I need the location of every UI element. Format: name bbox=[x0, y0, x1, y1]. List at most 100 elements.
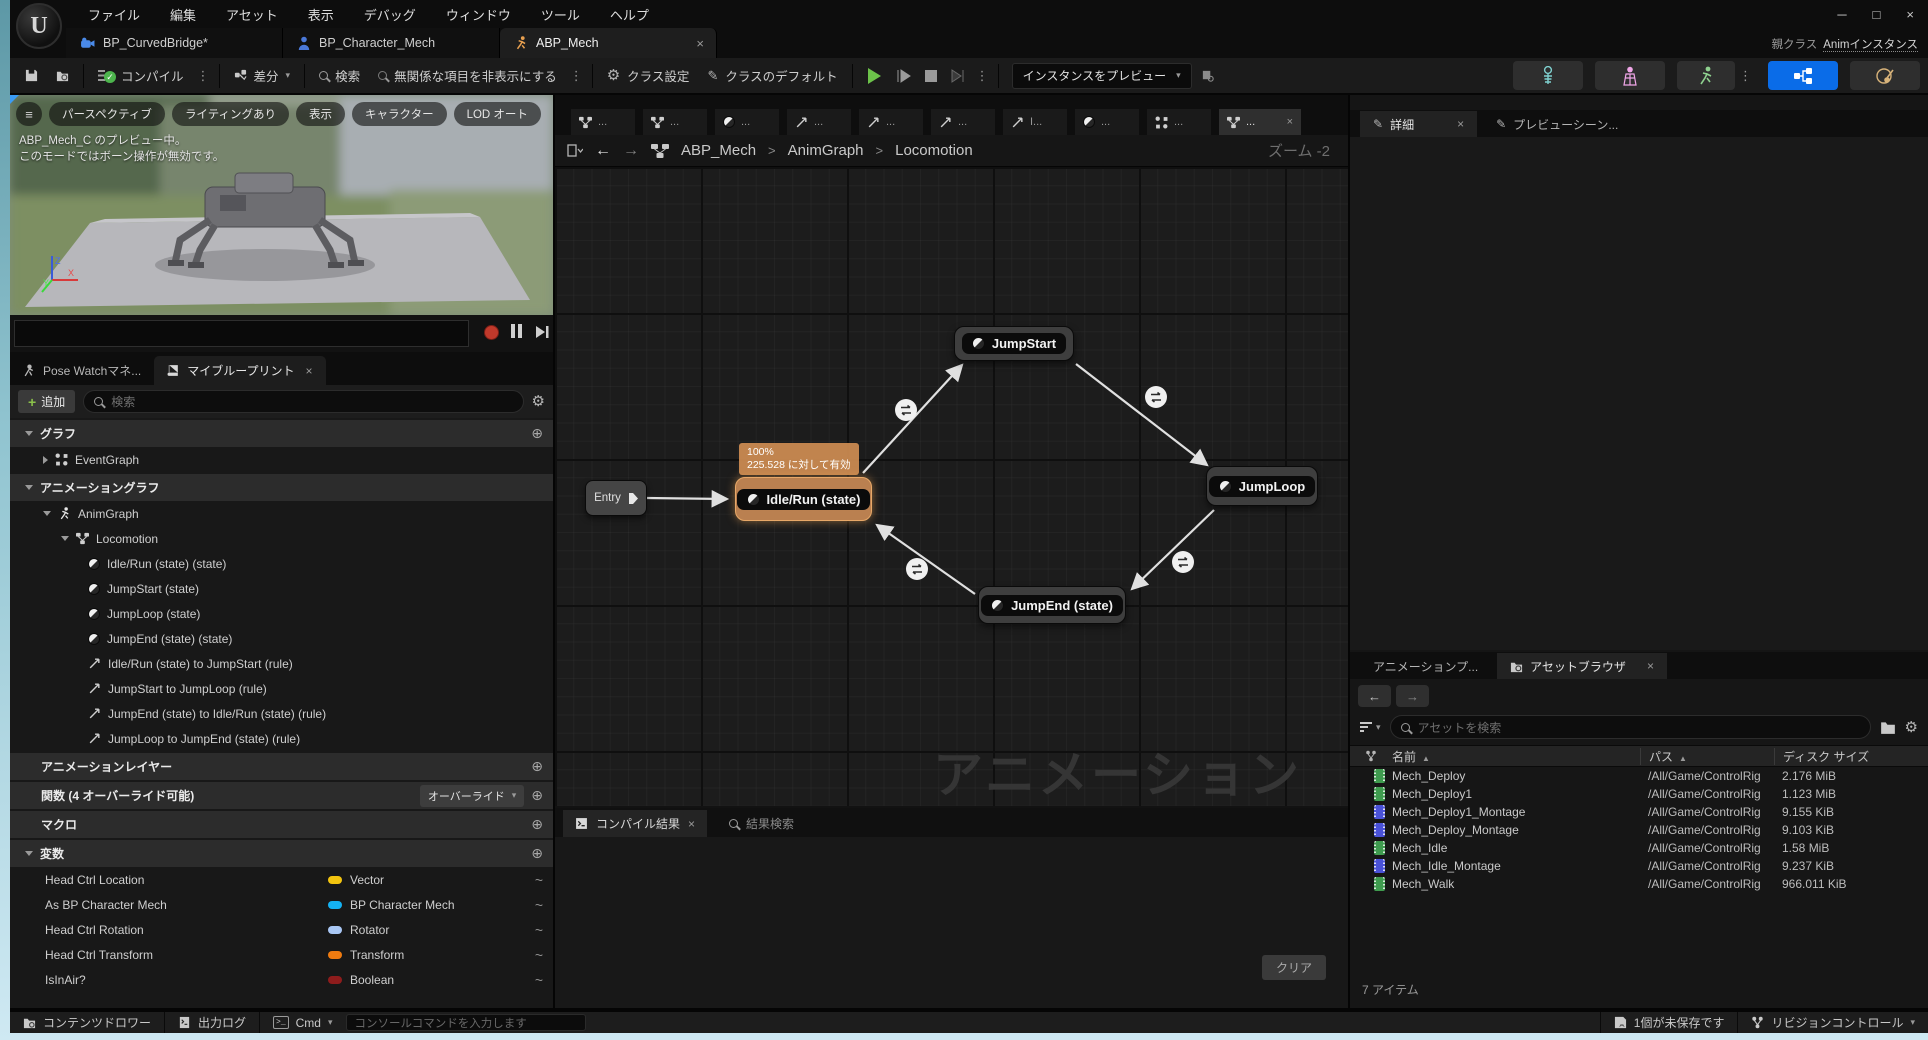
graph-tab-6[interactable]: I... bbox=[1003, 109, 1067, 135]
forward-button[interactable]: → bbox=[623, 142, 639, 160]
tree-item[interactable]: JumpStart (state) bbox=[10, 576, 553, 601]
tab-pose-watch[interactable]: Pose Watchマネ... bbox=[10, 356, 154, 385]
add-icon[interactable]: ⊕ bbox=[531, 425, 543, 442]
column-name[interactable]: 名前 ▲ bbox=[1392, 748, 1640, 765]
graph-tab-5[interactable]: ... bbox=[931, 109, 995, 135]
physics-mode-button[interactable] bbox=[1850, 61, 1920, 90]
graph-tab-8[interactable]: ... bbox=[1147, 109, 1211, 135]
viewport-pill-0[interactable]: パースペクティブ bbox=[49, 102, 165, 126]
add-icon[interactable]: ⊕ bbox=[531, 816, 543, 833]
menu-item-0[interactable]: ファイル bbox=[88, 5, 140, 24]
menu-item-3[interactable]: 表示 bbox=[308, 5, 334, 24]
settings-gear-icon[interactable]: ⚙ bbox=[532, 394, 545, 409]
close-icon[interactable]: × bbox=[688, 817, 695, 831]
tree-section[interactable]: グラフ ⊕ bbox=[10, 420, 553, 447]
close-icon[interactable]: × bbox=[1287, 116, 1293, 128]
close-icon[interactable]: × bbox=[696, 36, 704, 51]
back-button[interactable]: ← bbox=[1358, 685, 1391, 707]
tab-details[interactable]: ✎ 詳細 × bbox=[1360, 111, 1478, 137]
pause-button[interactable] bbox=[511, 324, 522, 338]
add-button[interactable]: + 追加 bbox=[18, 390, 76, 413]
find-button[interactable]: 検索 bbox=[310, 61, 369, 91]
viewport-pill-3[interactable]: キャラクター bbox=[352, 102, 447, 126]
graph-tab-3[interactable]: ... bbox=[787, 109, 851, 135]
tab-my-blueprint[interactable]: マイブループリント × bbox=[154, 356, 326, 385]
tab-preview-scene[interactable]: ✎ プレビューシーン... bbox=[1483, 111, 1631, 137]
viewport-pill-2[interactable]: 表示 bbox=[296, 102, 346, 126]
graph-tab-9[interactable]: ... × bbox=[1219, 109, 1301, 135]
override-dropdown[interactable]: オーバーライド ▾ bbox=[419, 784, 525, 807]
transition-rule-icon[interactable] bbox=[1145, 386, 1167, 408]
compile-search-input[interactable]: 結果検索 bbox=[729, 810, 794, 837]
add-icon[interactable]: ⊕ bbox=[531, 787, 543, 804]
variable-row[interactable]: IsInAir? Boolean ~ bbox=[10, 967, 553, 992]
tree-item[interactable]: Idle/Run (state) (state) bbox=[10, 551, 553, 576]
back-button[interactable]: ← bbox=[595, 142, 611, 160]
close-icon[interactable]: × bbox=[1457, 117, 1464, 131]
clear-button[interactable]: クリア bbox=[1261, 955, 1326, 980]
debug-filter-button[interactable] bbox=[1192, 61, 1223, 91]
transition-rule-icon[interactable] bbox=[895, 399, 917, 421]
doc-tab-bp_curvedbridge-[interactable]: BP_CurvedBridge* bbox=[66, 28, 283, 58]
asset-row[interactable]: Mech_Deploy_Montage/All/Game/ControlRig 9… bbox=[1350, 821, 1928, 839]
menu-item-1[interactable]: 編集 bbox=[170, 5, 196, 24]
folder-icon[interactable] bbox=[1880, 719, 1896, 735]
graph-tab-2[interactable]: ... bbox=[715, 109, 779, 135]
save-button[interactable] bbox=[16, 61, 47, 91]
add-icon[interactable]: ⊕ bbox=[531, 758, 543, 775]
asset-row[interactable]: Mech_Deploy/All/Game/ControlRig 2.176 MiB bbox=[1350, 767, 1928, 785]
state-node-jumploop[interactable]: JumpLoop bbox=[1206, 466, 1318, 506]
minimize-button[interactable]: ─ bbox=[1837, 7, 1846, 22]
state-machine-canvas[interactable]: Entry 100% 225.528 に対して有効 Idle/Run (stat… bbox=[555, 167, 1348, 806]
asset-row[interactable]: Mech_Idle/All/Game/ControlRig 1.58 MiB bbox=[1350, 839, 1928, 857]
tree-item[interactable]: JumpLoop (state) bbox=[10, 601, 553, 626]
tree-section[interactable]: マクロ ⊕ bbox=[10, 811, 553, 838]
hide-unrelated-button[interactable]: 無関係な項目を非表示にする bbox=[369, 61, 566, 91]
entry-node[interactable]: Entry bbox=[585, 480, 647, 516]
asset-row[interactable]: Mech_Walk/All/Game/ControlRig 966.011 KiB bbox=[1350, 875, 1928, 893]
graph-tab-0[interactable]: ... bbox=[571, 109, 635, 135]
add-icon[interactable]: ⊕ bbox=[531, 845, 543, 862]
variable-row[interactable]: Head Ctrl Rotation Rotator ~ bbox=[10, 917, 553, 942]
entry-output-pin[interactable] bbox=[628, 492, 638, 504]
menu-item-2[interactable]: アセット bbox=[226, 5, 278, 24]
hide-unrelated-options-button[interactable]: ⋮ bbox=[566, 68, 587, 84]
cmd-selector[interactable]: >_ Cmd ▾ bbox=[260, 1012, 345, 1033]
variable-row[interactable]: As BP Character Mech BP Character Mech ~ bbox=[10, 892, 553, 917]
tab-asset-browser[interactable]: アセットブラウザ × bbox=[1497, 653, 1667, 679]
frame-skip-button[interactable] bbox=[890, 61, 918, 91]
doc-tab-abp_mech[interactable]: ABP_Mech × bbox=[500, 28, 717, 58]
variable-row[interactable]: Head Ctrl Location Vector ~ bbox=[10, 867, 553, 892]
variable-visibility-icon[interactable]: ~ bbox=[535, 897, 543, 913]
breadcrumb-animgraph[interactable]: AnimGraph bbox=[788, 142, 864, 159]
compile-button[interactable]: ✓ コンパイル bbox=[89, 61, 193, 91]
blueprint-mode-button[interactable] bbox=[1768, 61, 1838, 90]
asset-row[interactable]: Mech_Deploy1_Montage/All/Game/ControlRig… bbox=[1350, 803, 1928, 821]
state-node-jumpstart[interactable]: JumpStart bbox=[954, 326, 1074, 361]
tab-compile-results[interactable]: コンパイル結果 × bbox=[563, 810, 708, 837]
viewport-pill-1[interactable]: ライティングあり bbox=[171, 102, 290, 126]
tree-section[interactable]: アニメーションレイヤー ⊕ bbox=[10, 753, 553, 780]
breadcrumb-locomotion[interactable]: Locomotion bbox=[895, 142, 973, 159]
column-size[interactable]: ディスク サイズ bbox=[1774, 747, 1928, 765]
variable-visibility-icon[interactable]: ~ bbox=[535, 922, 543, 938]
menu-item-6[interactable]: ツール bbox=[541, 5, 580, 24]
source-control-column-icon[interactable] bbox=[1350, 750, 1392, 762]
record-button[interactable] bbox=[483, 324, 500, 341]
bookmark-icon[interactable] bbox=[567, 143, 583, 158]
maximize-button[interactable]: □ bbox=[1873, 7, 1881, 22]
menu-item-5[interactable]: ウィンドウ bbox=[446, 5, 511, 24]
graph-tab-4[interactable]: ... bbox=[859, 109, 923, 135]
output-log-button[interactable]: 出力ログ bbox=[165, 1012, 259, 1033]
state-node-jumpend[interactable]: JumpEnd (state) bbox=[978, 586, 1126, 624]
skeleton-mode-button[interactable] bbox=[1513, 61, 1583, 90]
graph-tab-7[interactable]: ... bbox=[1075, 109, 1139, 135]
tree-item[interactable]: Locomotion bbox=[10, 526, 553, 551]
tree-item[interactable]: JumpEnd (state) (state) bbox=[10, 626, 553, 651]
close-icon[interactable]: × bbox=[1647, 659, 1654, 673]
compile-options-button[interactable]: ⋮ bbox=[193, 68, 214, 84]
tree-section[interactable]: 変数 ⊕ bbox=[10, 840, 553, 867]
viewport-pill-4[interactable]: LOD オート bbox=[453, 102, 541, 126]
tree-item[interactable]: JumpEnd (state) to Idle/Run (state) (rul… bbox=[10, 701, 553, 726]
tree-item[interactable]: AnimGraph bbox=[10, 501, 553, 526]
